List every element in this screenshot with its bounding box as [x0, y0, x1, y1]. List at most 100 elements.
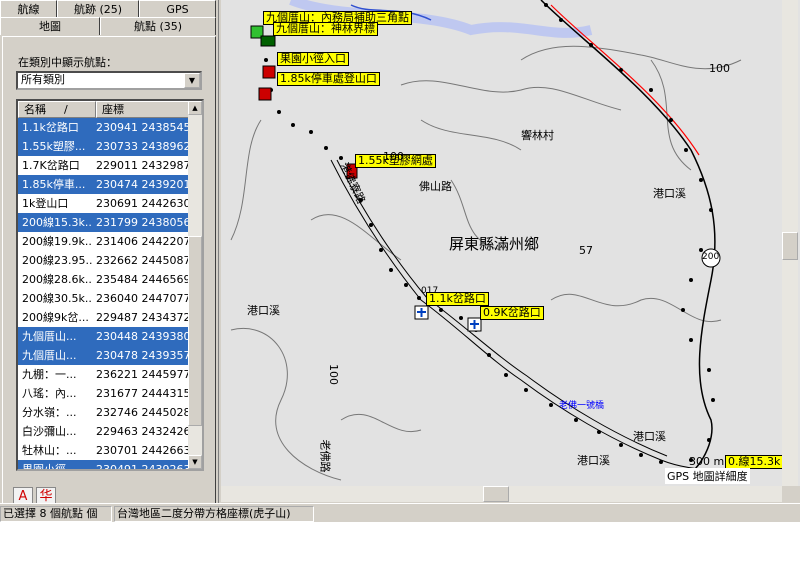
- scroll-thumb[interactable]: [782, 232, 798, 260]
- waypoint-coordinate: 230701 2442663: [96, 444, 190, 457]
- waypoint-name: 200線19.9k...: [22, 235, 92, 248]
- waypoint-coordinate: 230448 2439380: [96, 330, 190, 343]
- waypoint-coordinate: 236040 2447077: [96, 292, 190, 305]
- elevation-label: 100: [327, 364, 340, 385]
- list-scrollbar[interactable]: ▲ ▼: [188, 101, 202, 469]
- list-item[interactable]: 200線15.3k... 231799 2438056: [18, 213, 190, 232]
- trail-entrance-icon[interactable]: [262, 65, 276, 79]
- village-label: 響林村: [521, 129, 554, 142]
- contour-line: [550, 293, 722, 323]
- category-dropdown[interactable]: 所有類別 ▼: [16, 71, 202, 90]
- route-number: 200: [702, 252, 720, 262]
- list-item[interactable]: 牡林山：... 230701 2442663: [18, 441, 190, 460]
- waypoint-label-09k[interactable]: 0.9K岔路口: [480, 306, 544, 320]
- waypoint-coordinate: 229463 2432426: [96, 425, 190, 438]
- contour-line: [310, 214, 402, 261]
- sort-indicator: /: [64, 103, 68, 116]
- waypoint-name: 1k登山口: [22, 197, 69, 210]
- tab-tracks[interactable]: 航跡 (25): [57, 0, 139, 18]
- list-item[interactable]: 果園小徑... 230491 2439263: [18, 460, 190, 471]
- column-header-name[interactable]: 名稱 /: [18, 101, 96, 118]
- waypoint-label-200-153k[interactable]: 0.線15.3k: [725, 455, 784, 469]
- column-header-coord[interactable]: 座標: [96, 101, 190, 118]
- waypoint-coordinate: 235484 2446569: [96, 273, 190, 286]
- tab-row-top: 航線 航跡 (25) GPS: [0, 0, 219, 18]
- list-item[interactable]: 200線19.9k... 231406 2442207: [18, 232, 190, 251]
- waypoint-name: 1.55k塑膠...: [22, 140, 86, 153]
- list-item[interactable]: 九個厝山... 230478 2439357: [18, 346, 190, 365]
- list-item[interactable]: 1.1k岔路口 230941 2438545: [18, 118, 190, 137]
- scroll-thumb[interactable]: [188, 236, 202, 426]
- waypoint-coordinate: 230941 2438545: [96, 121, 190, 134]
- waypoint-name: 1.85k停車...: [22, 178, 86, 191]
- list-item[interactable]: 分水嶺：... 232746 2445028: [18, 403, 190, 422]
- status-bar: 已選擇 8 個航點 個 台灣地區二度分帶方格座標(虎子山): [0, 503, 800, 522]
- boundary-marker-icon[interactable]: [260, 35, 276, 47]
- list-header: 名稱 / 座標: [18, 101, 190, 118]
- list-item[interactable]: 1.85k停車... 230474 2439201: [18, 175, 190, 194]
- tab-map[interactable]: 地圖: [0, 17, 100, 35]
- scroll-thumb[interactable]: [483, 486, 509, 502]
- waypoint-coordinate: 229487 2434372: [96, 311, 190, 324]
- waypoint-coordinate: 230491 2439263: [96, 463, 190, 471]
- waypoint-name: 果園小徑...: [22, 463, 77, 471]
- list-item[interactable]: 200線9k岔... 229487 2434372: [18, 308, 190, 327]
- waypoint-name: 九個厝山...: [22, 349, 77, 362]
- waypoint-label-orchard[interactable]: 果園小徑入口: [277, 52, 349, 66]
- list-item[interactable]: 1.7K岔路口 229011 2432987: [18, 156, 190, 175]
- waypoint-coordinate: 231677 2444315: [96, 387, 190, 400]
- map-vertical-scrollbar[interactable]: [782, 0, 798, 486]
- tab-row-bottom: 地圖 航點 (35): [0, 17, 219, 35]
- waypoint-name: 分水嶺：...: [22, 406, 77, 419]
- creek-label-2: 港口溪: [247, 304, 280, 317]
- waypoint-coordinate: 232662 2445087: [96, 254, 190, 267]
- contour-line: [340, 413, 422, 433]
- waypoint-list[interactable]: 名稱 / 座標 1.1k岔路口 230941 2438545 1.55k塑膠... 2…: [16, 99, 204, 471]
- road-left-label: 老佛路: [318, 439, 332, 473]
- app-window: 航線 航跡 (25) GPS 地圖 航點 (35) 在類別中顯示航點： 所有類別…: [0, 0, 800, 522]
- list-item[interactable]: 八瑤：內... 231677 2444315: [18, 384, 190, 403]
- tab-waypoints[interactable]: 航點 (35): [100, 17, 216, 35]
- waypoint-coordinate: 230474 2439201: [96, 178, 190, 191]
- list-item[interactable]: 1.55k塑膠... 230733 2438962: [18, 137, 190, 156]
- list-item[interactable]: 九個厝山... 230448 2439380: [18, 327, 190, 346]
- chevron-down-icon[interactable]: ▼: [184, 73, 200, 88]
- list-item[interactable]: 200線28.6k... 235484 2446569: [18, 270, 190, 289]
- list-item[interactable]: 1k登山口 230691 2442630: [18, 194, 190, 213]
- category-selected-value: 所有類別: [21, 73, 65, 86]
- waypoint-label-parking[interactable]: 1.85k停車處登山口: [277, 72, 380, 86]
- elevation-label: 57: [579, 244, 593, 257]
- list-item[interactable]: 200線23.95... 232662 2445087: [18, 251, 190, 270]
- map-horizontal-scrollbar[interactable]: [221, 486, 782, 502]
- waypoint-name: 九個厝山...: [22, 330, 77, 343]
- list-item[interactable]: 200線30.5k... 236040 2447077: [18, 289, 190, 308]
- contour-line: [400, 80, 622, 111]
- tab-routes[interactable]: 航線: [0, 0, 57, 18]
- map-view[interactable]: 九個厝山：內務局補助三角點 九個厝山：神林界標 果園小徑入口 1.85k停車處登…: [221, 0, 800, 486]
- waypoint-coordinate: 231406 2442207: [96, 235, 190, 248]
- scroll-up-icon[interactable]: ▲: [188, 101, 202, 115]
- tab-gps[interactable]: GPS: [139, 0, 216, 18]
- waypoint-coordinate: 231799 2438056: [96, 216, 190, 229]
- waypoint-name: 200線30.5k...: [22, 292, 92, 305]
- list-item[interactable]: 白沙彌山... 229463 2432426: [18, 422, 190, 441]
- waypoint-name: 九棚：一...: [22, 368, 77, 381]
- waypoint-name: 1.1k岔路口: [22, 121, 79, 134]
- waypoint-label-boundary[interactable]: 九個厝山：神林界標: [273, 22, 378, 36]
- waypoint-name: 200線28.6k...: [22, 273, 92, 286]
- column-header-name-label: 名稱: [24, 103, 46, 116]
- contour-line: [650, 59, 692, 171]
- list-item[interactable]: 九棚：一... 236221 2445977: [18, 365, 190, 384]
- waypoint-coordinate: 230478 2439357: [96, 349, 190, 362]
- waypoint-name: 200線15.3k...: [22, 216, 92, 229]
- waypoint-name: 200線9k岔...: [22, 311, 89, 324]
- scale-label: 300 m: [689, 455, 725, 468]
- waypoint-coordinate: 230733 2438962: [96, 140, 190, 153]
- township-label: 屏東縣滿州鄉: [449, 235, 540, 253]
- contour-line: [230, 119, 262, 241]
- scroll-down-icon[interactable]: ▼: [188, 455, 202, 469]
- contour-line: [420, 119, 522, 151]
- status-coordinate-system: 台灣地區二度分帶方格座標(虎子山): [114, 506, 314, 522]
- parking-trailhead-icon[interactable]: [258, 87, 272, 101]
- main-road-red: [550, 4, 700, 156]
